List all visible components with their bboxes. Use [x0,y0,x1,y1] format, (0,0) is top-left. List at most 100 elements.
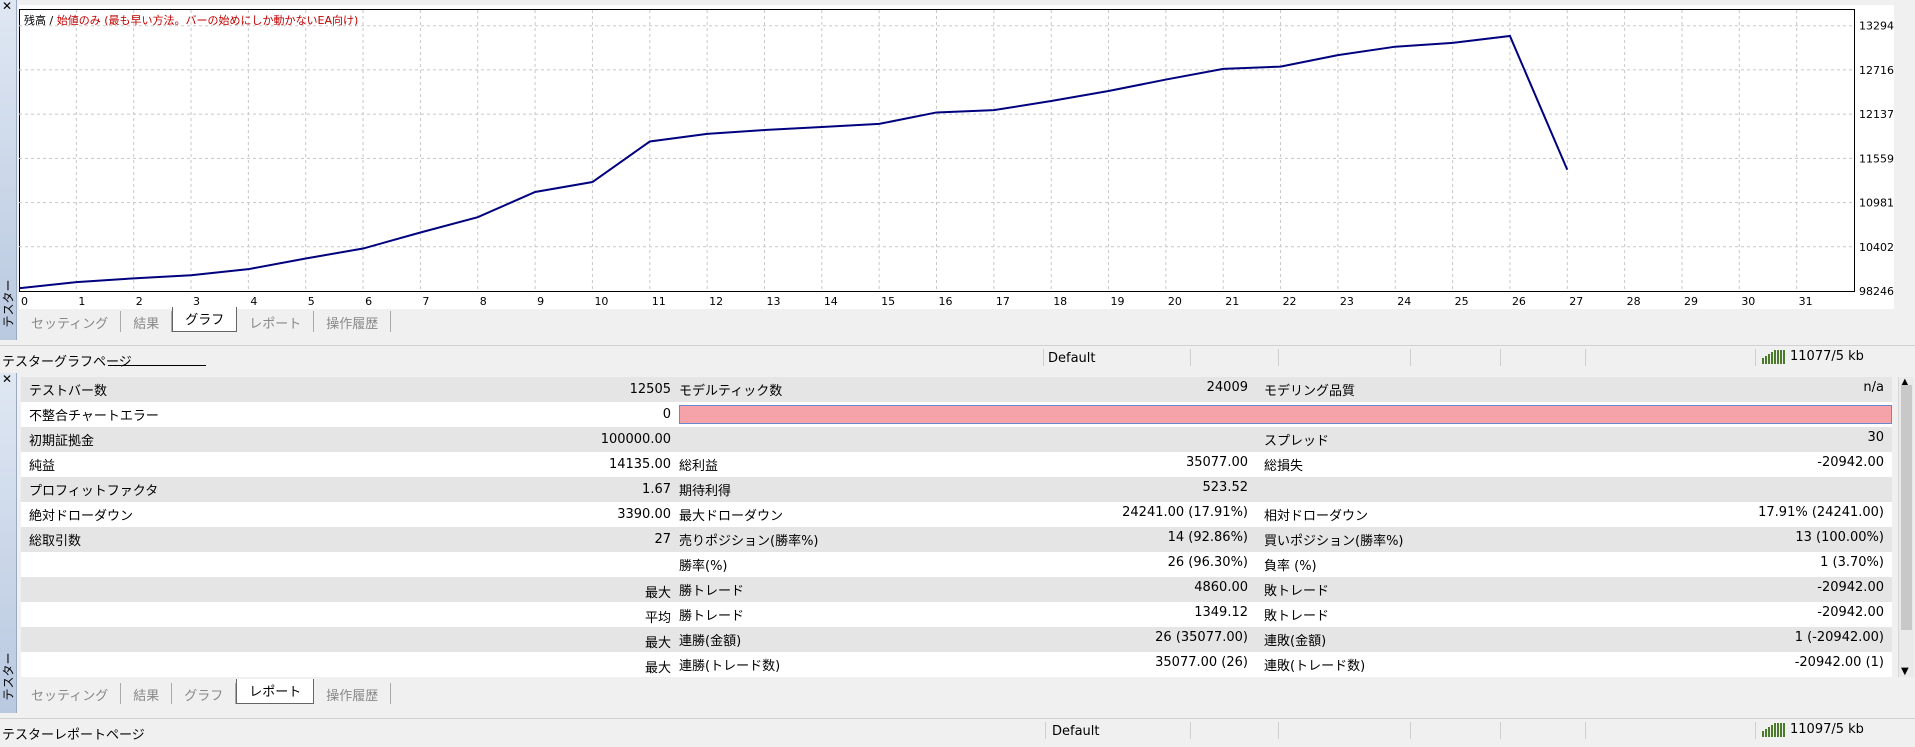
table-row: 初期証拠金 100000.00 スプレッド 30 [21,427,1892,452]
close-icon[interactable]: ✕ [2,0,12,12]
tab-journal[interactable]: 操作履歴 [314,311,392,332]
table-row: 総取引数 27 売りポジション(勝率%) 14 (92.86%) 買いポジション(… [21,527,1892,552]
tab-graph[interactable]: グラフ [172,683,237,704]
side-tab-label: テスター [1,279,16,328]
cell-label: 初期証拠金 [21,427,621,452]
cell-label: 連敗(金額) [1264,634,1327,649]
connection-bars-icon [1762,722,1786,737]
tab-settings[interactable]: セッティング [19,683,122,704]
modeling-quality-bar [679,405,1892,424]
x-tick-label: 21 [1225,295,1239,308]
cell-value: 1.67 [642,482,671,497]
tab-settings[interactable]: セッティング [19,311,122,332]
table-row: 絶対ドローダウン 3390.00 最大ドローダウン 24241.00 (17.91… [21,502,1892,527]
status-bar-bottom: テスターレポートページ Default 11097/5 kb [0,718,1915,743]
tester-side-tab-top[interactable]: ✕ テスター [0,0,17,340]
cell-label: 連敗(トレード数) [1264,659,1366,674]
x-tick-label: 24 [1397,295,1411,308]
tab-report[interactable]: レポート [236,679,315,704]
table-row: 平均 勝トレード 1349.12 敗トレード -20942.00 [21,602,1892,627]
status-size: 11077/5 kb [1762,349,1864,364]
status-size-text: 11097/5 kb [1790,722,1864,737]
caption-prefix: 残高 / [24,14,57,27]
cell-label: 相対ドローダウン [1264,509,1369,524]
x-tick-label: 30 [1741,295,1755,308]
report-scrollbar[interactable]: ▲ ▼ [1898,377,1914,677]
cell-value: n/a [1863,380,1884,395]
cell-value: -20942.00 [1817,455,1884,470]
cell-value: 24241.00 (17.91%) [1122,505,1248,520]
x-tick-label: 9 [537,295,544,308]
cell-label: 連勝(金額) [679,634,742,649]
status-size: 11097/5 kb [1762,722,1864,737]
x-tick-label: 12 [709,295,723,308]
tester-side-tab-bottom[interactable]: ✕ テスター [0,373,17,713]
chart-caption: 残高 / 始値のみ (最も早い方法。バーの始めにしか動かないEA向け) [24,12,358,28]
x-tick-label: 10 [594,295,608,308]
scrollbar-thumb[interactable] [1901,385,1912,630]
cell-label: 絶対ドローダウン [21,502,621,527]
cell-label: 平均 [644,611,671,626]
tabs-top: セッティング 結果 グラフ レポート 操作履歴 [19,307,392,332]
cell-label: 敗トレード [1264,609,1330,624]
close-icon[interactable]: ✕ [2,373,12,385]
tab-graph[interactable]: グラフ [172,307,238,332]
x-tick-label: 11 [652,295,666,308]
cell-label: 勝率(%) [679,559,728,574]
x-tick-label: 4 [250,295,257,308]
tabs-bottom: セッティング 結果 グラフ レポート 操作履歴 [19,679,392,704]
cell-label: 最大 [644,636,671,651]
cell-value: 3390.00 [617,507,671,522]
tab-journal[interactable]: 操作履歴 [314,683,392,704]
cell-label: 最大 [644,661,671,676]
x-tick-label: 22 [1283,295,1297,308]
chart-canvas: 1329461271631213791155961098131040299824… [19,9,1894,308]
cell-value: 14 (92.86%) [1167,530,1248,545]
status-page: テスターグラフページ [2,355,132,370]
cell-label: 純益 [21,452,621,477]
tab-results[interactable]: 結果 [121,311,173,332]
tab-results[interactable]: 結果 [121,683,173,704]
table-row: 純益 14135.00 総利益 35077.00 総損失 -20942.00 [21,452,1892,477]
cell-value: 26 (96.30%) [1167,555,1248,570]
balance-chart: 1329461271631213791155961098131040299824… [19,5,1894,309]
status-underline [108,365,206,366]
cell-label: 勝トレード [679,584,745,599]
cell-value: 1 (-20942.00) [1794,630,1884,645]
x-tick-label: 28 [1627,295,1641,308]
x-tick-label: 1 [78,295,85,308]
cell-value: 27 [654,532,671,547]
cell-label: 総利益 [679,459,719,474]
table-row: 不整合チャートエラー 0 [21,402,1892,427]
x-tick-label: 27 [1569,295,1583,308]
cell-value: 1 (3.70%) [1820,555,1884,570]
status-profile: Default [1052,724,1100,739]
table-row: テストバー数 12505 モデルティック数 24009 モデリング品質 n/a [21,377,1892,402]
cell-label: プロフィットファクタ [21,477,621,502]
scroll-down-icon[interactable]: ▼ [1901,666,1909,677]
x-tick-label: 29 [1684,295,1698,308]
tab-report[interactable]: レポート [237,311,315,332]
x-tick-label: 18 [1053,295,1067,308]
cell-label: 敗トレード [1264,584,1330,599]
cell-label: 買いポジション(勝率%) [1264,534,1404,549]
status-page: テスターレポートページ [2,728,145,743]
x-tick-label: 19 [1111,295,1125,308]
cell-value: 0 [662,407,671,422]
cell-value: 523.52 [1202,480,1249,495]
x-tick-label: 2 [136,295,143,308]
cell-value: 26 (35077.00) [1155,630,1248,645]
cell-label: 総取引数 [21,527,621,552]
cell-label: スプレッド [1264,434,1330,449]
cell-label: 総損失 [1264,459,1304,474]
cell-label: 勝トレード [679,609,745,624]
y-tick-label: 115596 [1859,152,1894,165]
report-table: テストバー数 12505 モデルティック数 24009 モデリング品質 n/a 不整… [21,377,1892,677]
x-tick-label: 31 [1799,295,1813,308]
x-tick-label: 25 [1455,295,1469,308]
cell-value: -20942.00 (1) [1794,655,1884,670]
cell-label: 連勝(トレード数) [679,659,781,674]
x-tick-label: 16 [939,295,953,308]
status-size-text: 11077/5 kb [1790,349,1864,364]
cell-value: -20942.00 [1817,580,1884,595]
